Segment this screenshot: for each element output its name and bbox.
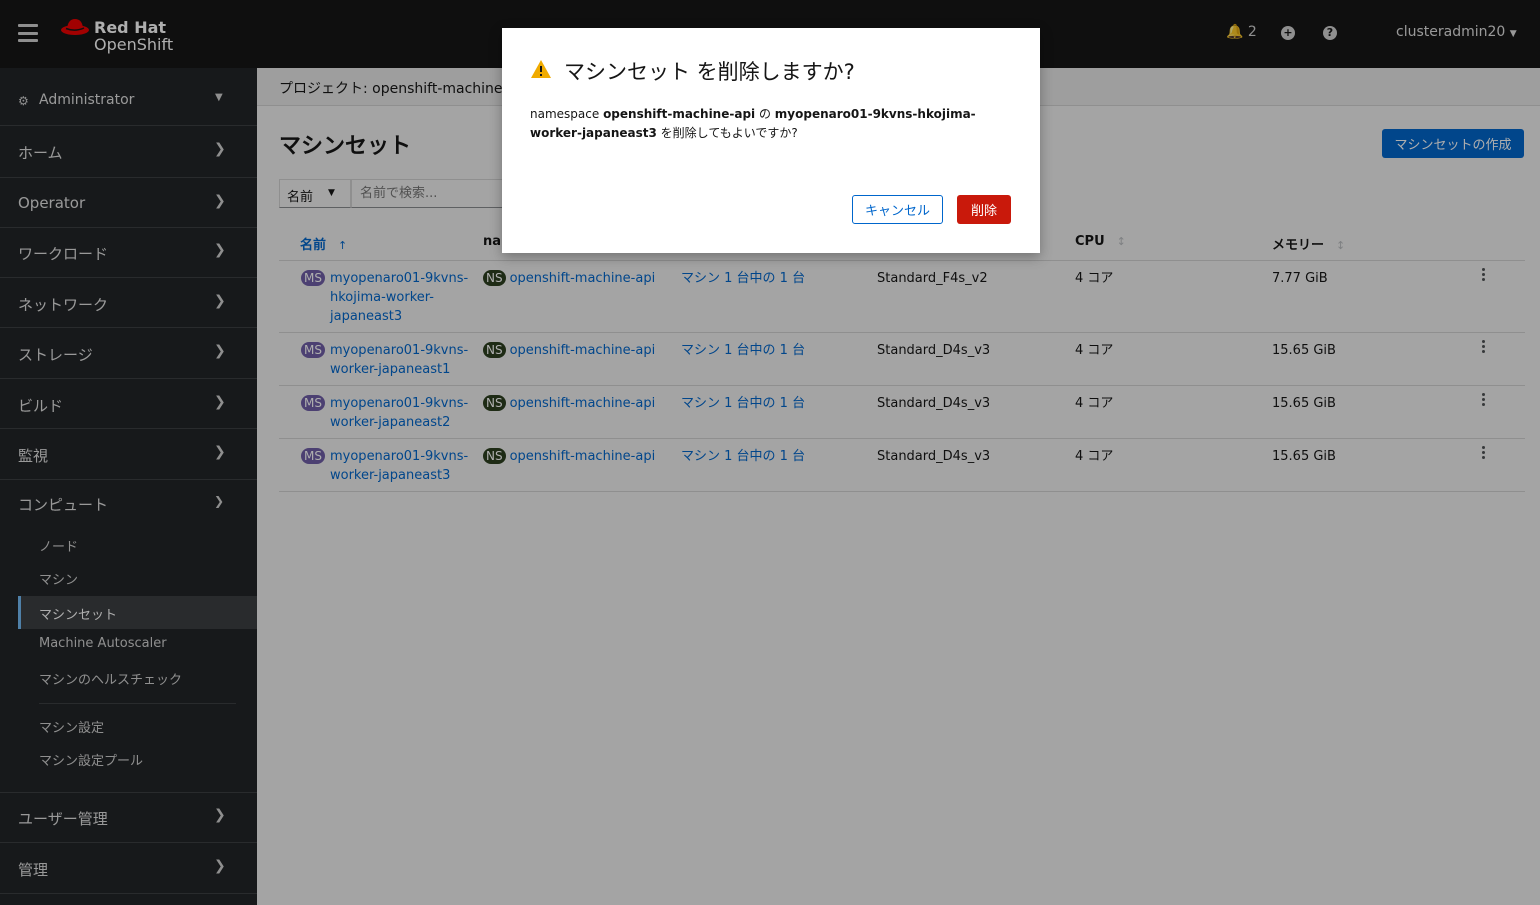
modal-title: マシンセット を削除しますか?	[564, 60, 855, 84]
modal-body: namespace openshift-machine-api の myopen…	[530, 105, 1000, 143]
body-suffix: を削除してもよいですか?	[656, 126, 798, 140]
cancel-button[interactable]: キャンセル	[852, 195, 943, 224]
body-of: の	[755, 107, 775, 121]
delete-button[interactable]: 削除	[957, 195, 1011, 224]
body-prefix: namespace	[530, 107, 604, 121]
body-namespace: openshift-machine-api	[603, 107, 756, 121]
delete-confirm-modal: マシンセット を削除しますか? namespace openshift-mach…	[502, 28, 1040, 253]
warning-triangle-icon	[531, 60, 551, 78]
